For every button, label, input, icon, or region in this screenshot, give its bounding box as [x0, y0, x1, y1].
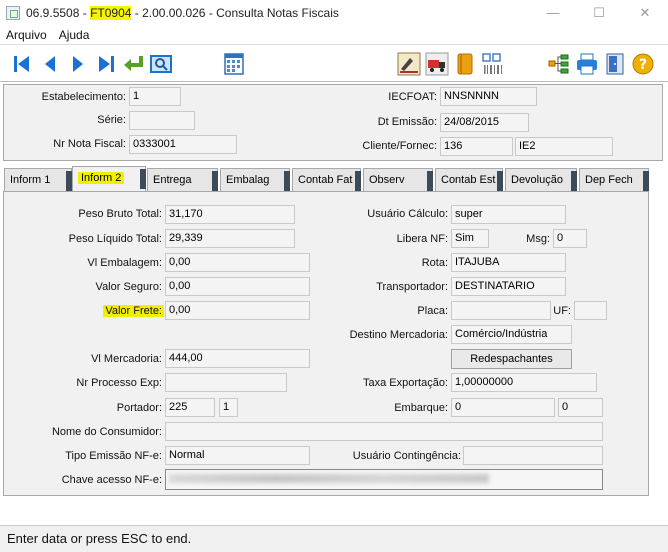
status-bar: Enter data or press ESC to end. — [0, 525, 668, 552]
iecfoat-field[interactable]: NNSNNNN — [440, 87, 537, 106]
portador-modalidade-field[interactable]: 1 — [219, 398, 238, 417]
msg-field[interactable]: 0 — [553, 229, 587, 248]
libera-nf-label: Libera NF: — [396, 233, 448, 245]
next-record-icon[interactable] — [64, 49, 92, 79]
uf-label: UF: — [553, 305, 571, 317]
help-icon[interactable]: ? — [629, 49, 657, 79]
chave-acesso-field[interactable] — [165, 469, 603, 490]
tree-icon[interactable] — [545, 49, 573, 79]
valor-seguro-field[interactable]: 0,00 — [165, 277, 310, 296]
tab-embalag[interactable]: Embalag — [220, 168, 290, 191]
dt-emissao-label: Dt Emissão: — [377, 116, 437, 128]
embarque-label: Embarque: — [394, 402, 448, 414]
status-text: Enter data or press ESC to end. — [7, 531, 192, 546]
tipo-emissao-field[interactable]: Normal — [165, 446, 310, 465]
nome-consumidor-label: Nome do Consumidor: — [51, 426, 162, 438]
peso-bruto-label: Peso Bruto Total: — [78, 208, 162, 220]
estabelecimento-label: Estabelecimento: — [41, 91, 126, 103]
usuario-calculo-label: Usuário Cálculo: — [367, 208, 448, 220]
tipo-emissao-label: Tipo Emissão NF-e: — [65, 450, 162, 462]
iecfoat-label: IECFOAT: — [388, 91, 437, 103]
valor-seguro-label: Valor Seguro: — [95, 281, 162, 293]
tab-dep-fech[interactable]: Dep Fech — [579, 168, 649, 191]
exit-door-icon[interactable] — [601, 49, 629, 79]
uf-field[interactable] — [574, 301, 607, 320]
menu-ajuda[interactable]: Ajuda — [53, 28, 96, 42]
tab-contab-est[interactable]: Contab Est — [435, 168, 503, 191]
rota-field[interactable]: ITAJUBA — [451, 253, 566, 272]
maximize-button[interactable]: ☐ — [576, 0, 622, 25]
estabelecimento-field[interactable]: 1 — [129, 87, 181, 106]
close-button[interactable]: ✕ — [622, 0, 668, 25]
vl-embalagem-field[interactable]: 0,00 — [165, 253, 310, 272]
redespachantes-button[interactable]: Redespachantes — [451, 349, 572, 369]
previous-record-icon[interactable] — [36, 49, 64, 79]
vl-embalagem-label: Vl Embalagem: — [87, 257, 162, 269]
portador-field[interactable]: 225 — [165, 398, 215, 417]
signature-icon[interactable] — [395, 49, 423, 79]
tab-contab-fat[interactable]: Contab Fat — [292, 168, 361, 191]
minimize-button[interactable]: — — [530, 0, 576, 25]
barcode-icon[interactable] — [479, 49, 507, 79]
placa-field[interactable] — [451, 301, 551, 320]
serie-label: Série: — [97, 114, 126, 126]
dt-emissao-field[interactable]: 24/08/2015 — [440, 113, 529, 132]
view-icon[interactable] — [147, 49, 175, 79]
tab-inform-1[interactable]: Inform 1 — [4, 168, 72, 191]
taxa-exportacao-field[interactable]: 1,00000000 — [451, 373, 597, 392]
calendar-icon[interactable] — [220, 49, 248, 79]
toolbar: ? — [0, 44, 668, 82]
cliente-field[interactable]: 136 — [440, 137, 513, 156]
chave-acesso-label: Chave acesso NF-e: — [61, 474, 162, 486]
peso-liquido-field[interactable]: 29,339 — [165, 229, 295, 248]
peso-bruto-field[interactable]: 31,170 — [165, 205, 295, 224]
book-icon[interactable] — [451, 49, 479, 79]
valor-frete-field[interactable]: 0,00 — [165, 301, 310, 320]
cliente-label: Cliente/Fornec: — [362, 140, 437, 152]
transportador-label: Transportador: — [376, 281, 448, 293]
chave-acesso-redacted — [169, 474, 489, 483]
last-record-icon[interactable] — [92, 49, 120, 79]
help-glyph: ? — [639, 57, 647, 73]
tab-entrega[interactable]: Entrega — [147, 168, 218, 191]
vl-mercadoria-label: Vl Mercadoria: — [91, 353, 162, 365]
serie-field[interactable] — [129, 111, 195, 130]
cliente-abrev-field[interactable]: IE2 — [515, 137, 613, 156]
peso-liquido-label: Peso Líquido Total: — [68, 233, 162, 245]
transportador-field[interactable]: DESTINATARIO — [451, 277, 566, 296]
title-bar: 06.9.5508 - FT0904 - 2.00.00.026 - Consu… — [0, 0, 668, 25]
tab-inform-2[interactable]: Inform 2 — [72, 166, 146, 191]
destino-label: Destino Mercadoria: — [349, 329, 448, 341]
tab-observ[interactable]: Observ — [363, 168, 433, 191]
usuario-calculo-field[interactable]: super — [451, 205, 566, 224]
menu-arquivo[interactable]: Arquivo — [0, 28, 53, 42]
embarque-field[interactable]: 0 — [451, 398, 555, 417]
printer-icon[interactable] — [573, 49, 601, 79]
nr-processo-label: Nr Processo Exp: — [76, 377, 162, 389]
nr-nota-field[interactable]: 0333001 — [129, 135, 237, 154]
valor-frete-label: Valor Frete: — [103, 305, 164, 317]
usuario-contingencia-label: Usuário Contingência: — [352, 450, 461, 462]
libera-nf-field[interactable]: Sim — [451, 229, 489, 248]
destino-field[interactable]: Comércio/Indústria — [451, 325, 572, 344]
placa-label: Placa: — [417, 305, 448, 317]
embarque-field-2[interactable]: 0 — [558, 398, 603, 417]
menu-bar: Arquivo Ajuda — [0, 25, 668, 44]
tab-devolucao[interactable]: Devolução — [505, 168, 577, 191]
nr-nota-label: Nr Nota Fiscal: — [53, 138, 126, 150]
nr-processo-field[interactable] — [165, 373, 287, 392]
nome-consumidor-field[interactable] — [165, 422, 603, 441]
portador-label: Portador: — [116, 402, 162, 414]
return-icon[interactable] — [119, 49, 147, 79]
window-title: 06.9.5508 - FT0904 - 2.00.00.026 - Consu… — [26, 5, 339, 20]
rota-label: Rota: — [421, 257, 448, 269]
first-record-icon[interactable] — [8, 49, 36, 79]
app-icon — [6, 5, 20, 20]
vl-mercadoria-field[interactable]: 444,00 — [165, 349, 310, 368]
program-code-highlight: FT0904 — [90, 5, 132, 20]
msg-label: Msg: — [526, 233, 550, 245]
truck-icon[interactable] — [423, 49, 451, 79]
taxa-exportacao-label: Taxa Exportação: — [363, 377, 448, 389]
usuario-contingencia-field[interactable] — [463, 446, 603, 465]
